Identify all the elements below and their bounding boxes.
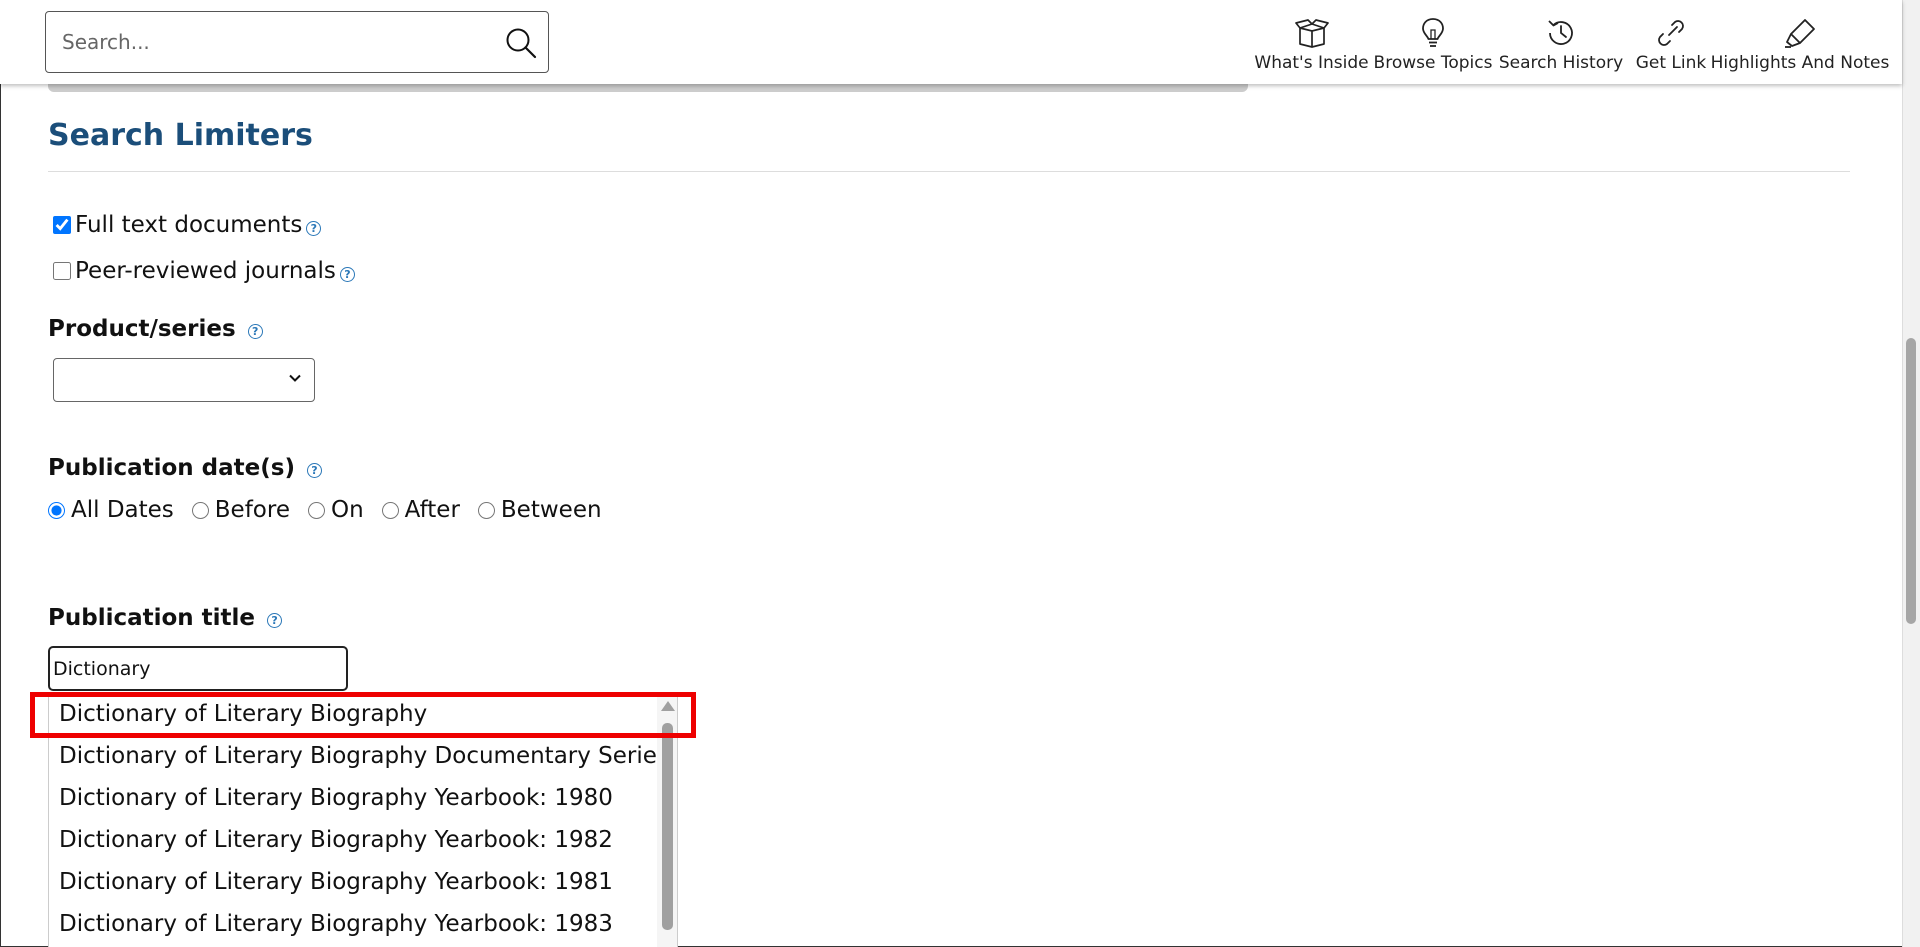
help-icon[interactable]: ? xyxy=(247,323,263,339)
help-icon[interactable]: ? xyxy=(306,462,322,478)
radio-label: Before xyxy=(214,497,290,523)
search-icon[interactable] xyxy=(504,26,538,60)
radio-input[interactable] xyxy=(307,501,325,519)
open-box-icon xyxy=(1294,19,1329,48)
product-series-label: Product/series xyxy=(48,316,236,342)
radio-between[interactable]: Between xyxy=(477,497,602,523)
suggestion-item[interactable]: Dictionary of Literary Biography Documen… xyxy=(59,743,669,769)
radio-input[interactable] xyxy=(381,501,399,519)
top-header: What's Inside Browse Topics Search Histo… xyxy=(0,0,1902,84)
radio-label: Between xyxy=(500,497,602,523)
radio-before[interactable]: Before xyxy=(191,497,290,523)
suggestions-scrollbar-thumb[interactable] xyxy=(662,723,673,930)
help-icon[interactable]: ? xyxy=(306,220,322,236)
highlights-and-notes-button[interactable]: Highlights And Notes xyxy=(1711,16,1889,78)
section-title: Search Limiters xyxy=(48,118,313,153)
suggestion-item[interactable]: Dictionary of Literary Biography Yearboo… xyxy=(59,827,613,853)
browse-topics-button[interactable]: Browse Topics xyxy=(1370,16,1496,78)
radio-label: On xyxy=(330,497,364,523)
highlighter-icon xyxy=(1785,19,1815,48)
search-box[interactable] xyxy=(45,11,549,73)
highlight-annotation-box xyxy=(30,692,696,738)
radio-label: All Dates xyxy=(71,497,174,523)
product-series-heading: Product/series ? xyxy=(48,316,263,342)
product-series-select[interactable] xyxy=(53,358,315,402)
publication-dates-heading: Publication date(s) ? xyxy=(48,455,322,481)
search-history-label: Search History xyxy=(1498,53,1624,73)
radio-after[interactable]: After xyxy=(381,497,460,523)
publication-title-input[interactable] xyxy=(50,648,346,689)
toolbar: What's Inside Browse Topics Search Histo… xyxy=(1253,16,1889,78)
publication-title-heading: Publication title ? xyxy=(48,605,283,631)
get-link-button[interactable]: Get Link xyxy=(1626,16,1716,78)
full-text-option[interactable]: Full text documents ? xyxy=(53,212,322,238)
radio-input[interactable] xyxy=(48,501,65,519)
page-scrollbar-thumb[interactable] xyxy=(1906,338,1916,624)
peer-reviewed-checkbox[interactable] xyxy=(53,262,71,280)
whats-inside-button[interactable]: What's Inside xyxy=(1253,16,1370,78)
publication-dates-label: Publication date(s) xyxy=(48,455,295,481)
get-link-label: Get Link xyxy=(1635,53,1707,73)
peer-reviewed-option[interactable]: Peer-reviewed journals ? xyxy=(53,258,355,284)
suggestion-item[interactable]: Dictionary of Literary Biography Yearboo… xyxy=(59,869,613,895)
link-icon xyxy=(1658,20,1684,46)
suggestion-item[interactable]: Dictionary of Literary Biography Yearboo… xyxy=(59,785,613,811)
lightbulb-icon xyxy=(1422,18,1444,47)
browse-topics-label: Browse Topics xyxy=(1373,53,1493,73)
search-input[interactable] xyxy=(62,26,482,58)
radio-input[interactable] xyxy=(191,501,209,519)
suggestion-item[interactable]: Dictionary of Literary Biography Yearboo… xyxy=(59,911,613,937)
help-icon[interactable]: ? xyxy=(339,266,355,282)
full-text-checkbox[interactable] xyxy=(53,216,71,234)
publication-dates-radio-group: All Dates Before On After Between xyxy=(48,497,620,523)
publication-title-field[interactable] xyxy=(48,646,348,691)
chevron-down-icon xyxy=(289,374,301,382)
whats-inside-label: What's Inside xyxy=(1254,53,1369,73)
history-icon xyxy=(1548,20,1573,45)
help-icon[interactable]: ? xyxy=(267,612,283,628)
publication-title-label: Publication title xyxy=(48,605,256,631)
radio-input[interactable] xyxy=(477,501,495,519)
search-history-button[interactable]: Search History xyxy=(1496,16,1626,78)
peer-reviewed-label: Peer-reviewed journals xyxy=(75,258,336,284)
highlights-and-notes-label: Highlights And Notes xyxy=(1710,53,1890,73)
full-text-label: Full text documents xyxy=(75,212,303,238)
radio-all-dates[interactable]: All Dates xyxy=(48,497,174,523)
radio-on[interactable]: On xyxy=(307,497,364,523)
divider xyxy=(48,171,1850,172)
page-scrollbar[interactable] xyxy=(1902,0,1920,947)
radio-label: After xyxy=(404,497,460,523)
